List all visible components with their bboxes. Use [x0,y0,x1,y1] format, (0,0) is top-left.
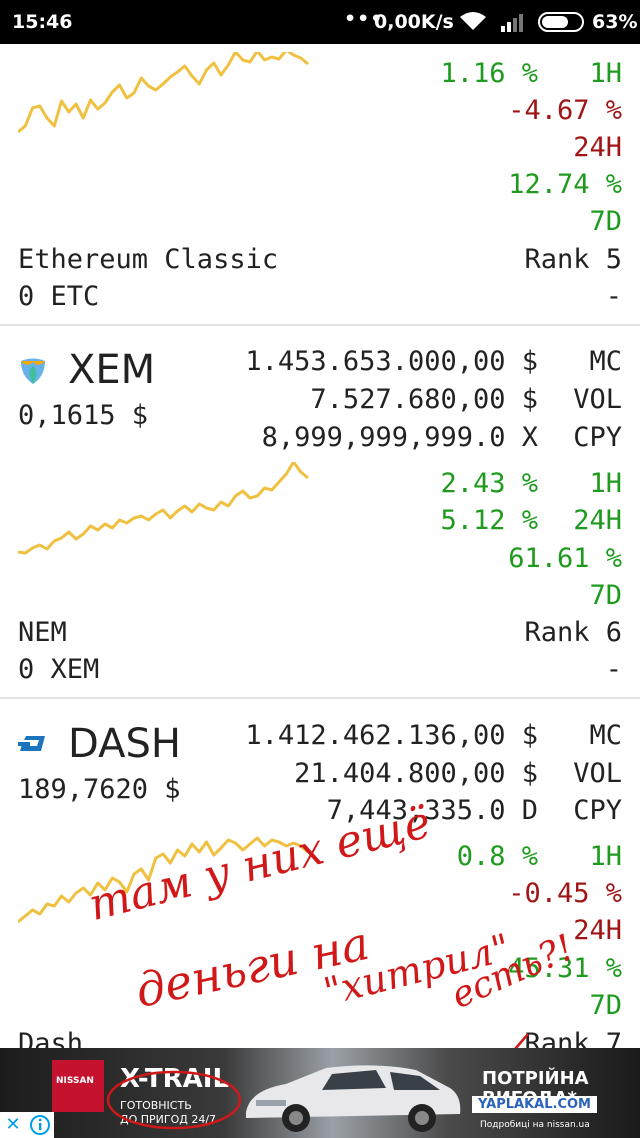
ad-promo-1: ПОТРІЙНА [482,1068,589,1089]
volume-value: 7.527.680,00 $ [310,384,538,415]
ad-close-icon[interactable]: ✕ [0,1112,26,1138]
car-image-icon [246,1065,461,1132]
status-bar: 15:46 ••• 0,00K/s 63% [0,0,640,44]
change-24h-value: -4.67 % [508,95,622,126]
ad-brand: NISSAN [56,1076,94,1086]
network-speed: 0,00K/s [374,11,454,33]
sparkline-xem [18,462,309,555]
divider [0,324,640,326]
coin-price: 0,1615 $ [18,400,149,431]
sparkline-line [18,462,309,555]
dash-logo-icon [18,736,45,751]
nissan-logo-icon [52,1060,104,1112]
volume-label: VOL [573,758,622,789]
volume-value: 21.404.800,00 $ [294,758,538,789]
change-1h-label: 1H [589,468,622,499]
signal-icon [501,14,523,32]
coin-price: 189,7620 $ [18,774,181,805]
ad-promo-small: Подробиці на nissan.ua [480,1120,590,1130]
sparkline-line [18,52,309,134]
supply-value: 8,999,999,999.0 X [261,422,538,453]
supply-label: CPY [573,422,622,453]
holdings-value: - [605,654,622,685]
change-7d-value: 12.74 % [508,169,622,200]
divider [0,697,640,699]
market-cap-value: 1.412.462.136,00 $ [245,720,538,751]
change-1h-label: 1H [589,58,622,89]
ad-info-icon[interactable] [26,1112,54,1138]
wifi-icon [460,12,486,30]
change-24h-label: 24H [573,505,622,536]
market-cap-label: MC [589,346,622,377]
coin-symbol: XEM [68,347,156,393]
battery-percent: 63% [592,11,638,33]
clock: 15:46 [12,11,73,33]
coin-rank: Rank 6 [524,617,622,648]
change-1h-label: 1H [589,841,622,872]
holdings-value: - [605,281,622,312]
ellipse-annotation-icon [106,1070,242,1130]
change-1h-value: 0.8 % [456,841,538,872]
change-7d-label: 7D [589,580,622,611]
market-cap-label: MC [589,720,622,751]
change-7d-label: 7D [589,990,622,1021]
market-cap-value: 1.453.653.000,00 $ [245,346,538,377]
change-24h-label: 24H [573,132,622,163]
sparkline-etc [18,52,309,134]
coin-full-name: Ethereum Classic [18,244,279,275]
supply-label: CPY [573,795,622,826]
coin-rank: Rank 5 [524,244,622,275]
coin-holdings: 0 XEM [18,654,100,685]
nem-logo-icon [21,358,45,384]
change-7d-value: 61.61 % [508,543,622,574]
change-7d-label: 7D [589,206,622,237]
change-24h-value: 5.12 % [440,505,538,536]
ad-banner[interactable]: NISSAN X-TRAIL ГОТОВНІСТЬ ДО ПРИГОД 24/7… [0,1048,640,1138]
battery-icon [538,12,584,32]
coin-full-name: NEM [18,617,67,648]
change-24h-value: -0.45 % [508,878,622,909]
change-1h-value: 2.43 % [440,468,538,499]
change-1h-value: 1.16 % [440,58,538,89]
watermark: YAPLAKAL.COM [472,1096,597,1113]
coin-symbol: DASH [68,721,181,767]
coin-holdings: 0 ETC [18,281,100,312]
volume-label: VOL [573,384,622,415]
